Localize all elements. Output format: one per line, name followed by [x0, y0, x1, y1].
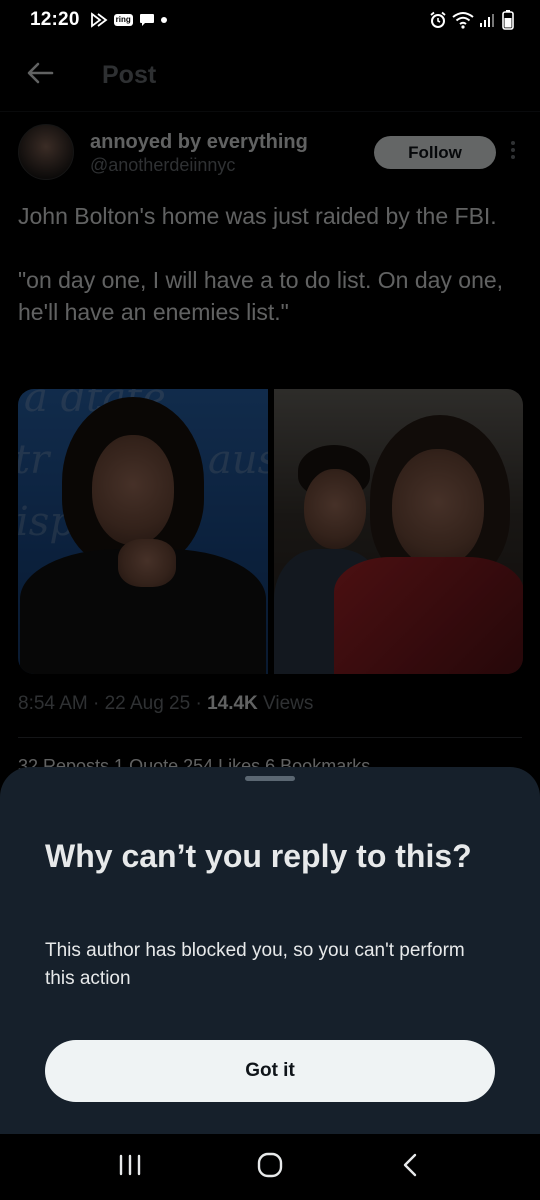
tweet-timestamp: 8:54 AM · 22 Aug 25 · — [18, 693, 208, 714]
alarm-icon — [429, 11, 447, 29]
back-icon — [402, 1152, 418, 1183]
views-count: 14.4K — [207, 693, 258, 714]
recent-apps-icon — [118, 1154, 142, 1181]
system-nav-bar — [0, 1134, 540, 1200]
author-info[interactable]: annoyed by everything @anotherdeiinnyc — [90, 130, 308, 176]
sheet-drag-handle[interactable] — [245, 776, 295, 781]
play-icon — [90, 12, 108, 28]
more-vertical-icon — [510, 140, 516, 166]
avatar[interactable] — [18, 124, 74, 180]
signal-icon — [479, 12, 497, 28]
status-bar: 12:20 ring — [0, 0, 540, 40]
media-image-2[interactable] — [274, 389, 523, 674]
tweet-media[interactable]: a dtate tr aus isp — [18, 389, 523, 674]
recent-apps-button[interactable] — [100, 1142, 160, 1192]
wifi-icon — [452, 11, 474, 29]
author-row: annoyed by everything @anotherdeiinnyc F… — [18, 124, 524, 190]
page-title: Post — [102, 61, 157, 89]
home-button[interactable] — [240, 1142, 300, 1192]
ring-icon: ring — [113, 14, 133, 26]
tweet-text: John Bolton's home was just raided by th… — [18, 203, 504, 325]
sheet-description: This author has blocked you, so you can'… — [45, 940, 465, 989]
divider — [18, 737, 522, 738]
status-time: 12:20 — [30, 9, 80, 30]
chat-bubble-icon — [139, 13, 155, 28]
tweet-meta: 8:54 AM · 22 Aug 25 · 14.4K Views — [18, 693, 313, 715]
more-options-button[interactable] — [502, 136, 524, 169]
views-label: Views — [257, 693, 314, 714]
handle[interactable]: @anotherdeiinnyc — [90, 154, 308, 176]
top-app-bar: Post — [0, 40, 540, 112]
arrow-left-icon — [26, 61, 54, 90]
media-image-1[interactable]: a dtate tr aus isp — [18, 389, 268, 674]
sheet-title: Why can’t you reply to this? — [45, 838, 472, 874]
display-name[interactable]: annoyed by everything — [90, 130, 308, 154]
back-button[interactable] — [20, 56, 60, 96]
dot-icon — [160, 17, 167, 23]
bottom-sheet: Why can’t you reply to this? This author… — [0, 767, 540, 1134]
system-back-button[interactable] — [380, 1142, 440, 1192]
battery-icon — [502, 10, 514, 30]
home-icon — [256, 1151, 284, 1184]
tweet: annoyed by everything @anotherdeiinnyc F… — [18, 124, 524, 328]
got-it-button[interactable]: Got it — [45, 1040, 495, 1102]
follow-button[interactable]: Follow — [374, 136, 496, 169]
